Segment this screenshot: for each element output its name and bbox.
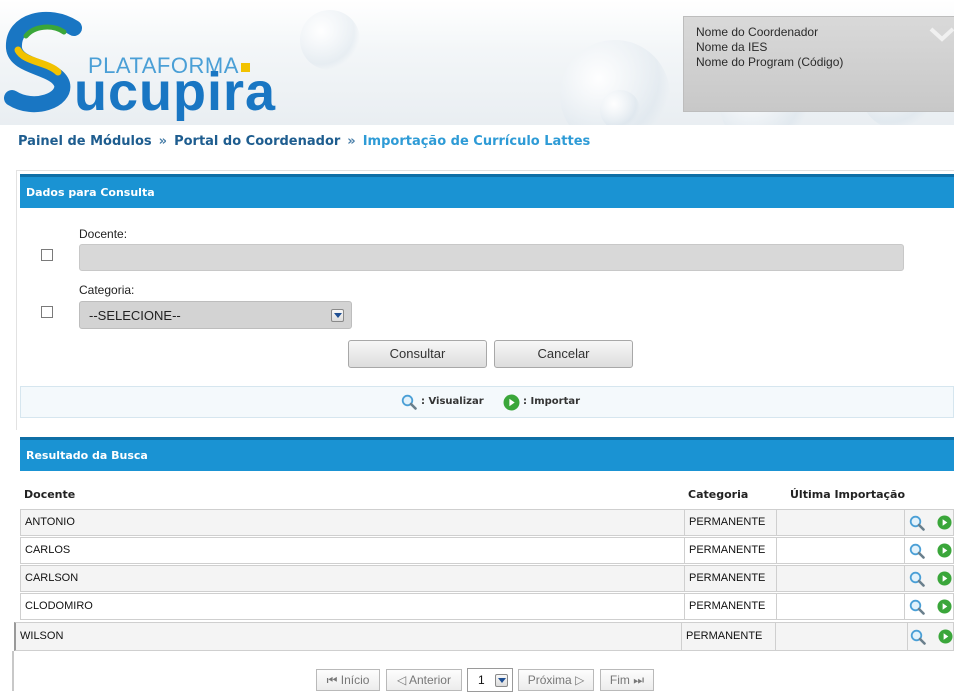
importar-icon[interactable] <box>937 543 952 558</box>
pagination-previous-button[interactable]: ◁ Anterior <box>386 669 462 691</box>
sucupira-logo[interactable]: PLATAFORMA ucupira <box>4 10 294 120</box>
visualizar-icon[interactable] <box>909 515 925 531</box>
next-page-icon: ▷ <box>575 673 585 687</box>
cell-docente: CLODOMIRO <box>21 594 685 619</box>
visualizar-icon[interactable] <box>909 543 925 559</box>
importar-icon[interactable] <box>937 515 952 530</box>
pagination-last-button[interactable]: Fim ⏭ <box>600 669 654 691</box>
program-name: Nome do Program (Código) <box>696 55 844 69</box>
cell-categoria: PERMANENTE <box>685 538 777 563</box>
cell-ultima-importacao <box>777 510 905 535</box>
header: PLATAFORMA ucupira Nome do Coordenador N… <box>0 0 954 125</box>
first-page-icon: ⏮ <box>326 673 338 687</box>
breadcrumb: Painel de Módulos » Portal do Coordenador »… <box>18 134 590 149</box>
pagination-next-button[interactable]: Próxima ▷ <box>518 669 594 691</box>
cell-ultima-importacao <box>777 538 905 563</box>
breadcrumb-link-painel[interactable]: Painel de Módulos <box>18 134 152 149</box>
legend-importar-text: : Importar <box>523 396 581 407</box>
table-row: CARLSON PERMANENTE <box>20 565 954 592</box>
pagination-first-label: Início <box>340 673 370 687</box>
chevron-down-icon <box>495 674 508 687</box>
consultar-button[interactable]: Consultar <box>348 340 487 368</box>
column-header-categoria[interactable]: Categoria <box>688 488 748 501</box>
cell-ultima-importacao <box>777 594 905 619</box>
magnifier-icon <box>401 394 417 410</box>
institution-name: Nome da IES <box>696 40 768 54</box>
results-panel-title: Resultado da Busca <box>26 449 148 462</box>
breadcrumb-separator: » <box>347 134 356 149</box>
cell-docente: CARLOS <box>21 538 685 563</box>
cell-ultima-importacao <box>776 623 908 650</box>
pagination-last-label: Fim <box>609 673 630 687</box>
visualizar-icon[interactable] <box>909 571 925 587</box>
results-panel-header: Resultado da Busca <box>20 437 954 471</box>
action-legend: : Visualizar : Importar <box>20 386 954 418</box>
categoria-selected-value: --SELECIONE-- <box>89 308 181 323</box>
cell-docente: CARLSON <box>21 566 685 591</box>
importar-icon[interactable] <box>937 599 952 614</box>
docente-checkbox[interactable] <box>41 249 53 261</box>
breadcrumb-separator: » <box>158 134 168 149</box>
cell-docente: WILSON <box>16 623 682 650</box>
docente-label: Docente: <box>79 227 128 241</box>
cancelar-button[interactable]: Cancelar <box>494 340 633 368</box>
pagination-previous-label: Anterior <box>408 673 451 687</box>
visualizar-icon[interactable] <box>910 629 926 645</box>
breadcrumb-link-portal[interactable]: Portal do Coordenador <box>174 134 340 149</box>
categoria-checkbox[interactable] <box>41 306 53 318</box>
search-panel-header: Dados para Consulta <box>20 174 954 208</box>
legend-visualizar-text: : Visualizar <box>421 396 484 407</box>
table-row: WILSON PERMANENTE <box>14 622 954 651</box>
decorative-bubble <box>300 10 360 70</box>
column-header-ultima-importacao[interactable]: Última Importação <box>790 488 905 501</box>
coordinator-name: Nome do Coordenador <box>696 25 819 39</box>
import-play-icon <box>503 394 520 411</box>
cell-categoria: PERMANENTE <box>682 623 776 650</box>
pagination-page-value: 1 <box>478 673 485 687</box>
chevron-down-icon[interactable] <box>927 25 954 45</box>
importar-icon[interactable] <box>938 629 953 644</box>
pagination-page-select[interactable]: 1 <box>467 668 513 692</box>
table-row: CLODOMIRO PERMANENTE <box>20 593 954 620</box>
importar-icon[interactable] <box>937 571 952 586</box>
cell-categoria: PERMANENTE <box>685 566 777 591</box>
last-page-icon: ⏭ <box>633 673 645 687</box>
logo-s-mark-icon <box>4 11 82 113</box>
pagination-next-label: Próxima <box>527 673 572 687</box>
cell-ultima-importacao <box>777 566 905 591</box>
table-row: ANTONIO PERMANENTE <box>20 509 954 536</box>
column-header-docente[interactable]: Docente <box>24 488 75 501</box>
breadcrumb-current: Importação de Currículo Lattes <box>362 134 591 149</box>
table-row: CARLOS PERMANENTE <box>20 537 954 564</box>
cell-categoria: PERMANENTE <box>685 594 777 619</box>
cell-docente: ANTONIO <box>21 510 685 535</box>
decorative-bubble <box>600 90 640 125</box>
window-edge <box>12 651 14 691</box>
pagination-first-button[interactable]: ⏮ Início <box>316 669 380 691</box>
logo-sucupira-text: ucupira <box>74 62 277 122</box>
chevron-down-icon <box>331 309 344 322</box>
search-panel-title: Dados para Consulta <box>26 186 155 199</box>
cell-categoria: PERMANENTE <box>685 510 777 535</box>
previous-page-icon: ◁ <box>397 673 407 687</box>
user-info-box[interactable]: Nome do Coordenador Nome da IES Nome do … <box>683 16 954 112</box>
docente-input[interactable] <box>79 244 904 271</box>
categoria-select[interactable]: --SELECIONE-- <box>79 301 352 329</box>
categoria-label: Categoria: <box>79 283 135 297</box>
visualizar-icon[interactable] <box>909 599 925 615</box>
